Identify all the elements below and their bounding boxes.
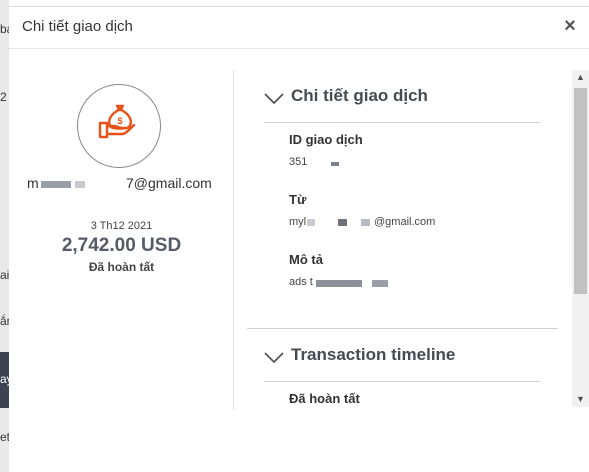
transaction-detail-dialog: Chi tiết giao dịch × $ m 7@gmail.com 3 T… xyxy=(9,6,589,469)
redacted-block xyxy=(307,219,315,226)
transaction-summary: $ m 7@gmail.com 3 Th12 2021 2,742.00 USD… xyxy=(9,70,234,410)
details-panel: Chi tiết giao dịch ID giao dịch 351 Từ m… xyxy=(247,70,558,410)
dialog-header: Chi tiết giao dịch × xyxy=(9,7,589,49)
details-section-title: Chi tiết giao dịch xyxy=(291,86,428,105)
field-label-transaction-id: ID giao dịch xyxy=(289,132,363,147)
from-prefix: myl xyxy=(289,216,307,228)
transaction-status: Đã hoàn tất xyxy=(88,260,155,274)
transaction-date: 3 Th12 2021 xyxy=(90,220,153,232)
background-text: 2 xyxy=(0,90,7,104)
transaction-avatar: $ xyxy=(77,84,161,168)
background-text: ba xyxy=(0,22,9,36)
timeline-section-title: Transaction timeline xyxy=(291,345,456,364)
transaction-id-text: 351 xyxy=(289,156,308,168)
background-text: ai xyxy=(0,268,9,282)
details-section-header[interactable]: Chi tiết giao dịch xyxy=(264,86,484,112)
chevron-down-icon xyxy=(264,352,284,364)
divider xyxy=(264,122,540,123)
background-text: et xyxy=(0,430,9,444)
field-value-description: ads t xyxy=(289,276,529,290)
redacted-block xyxy=(41,181,71,188)
field-label-description: Mô tả xyxy=(289,252,323,267)
redacted-block xyxy=(361,219,370,226)
close-button[interactable]: × xyxy=(560,15,580,37)
section-divider xyxy=(247,328,558,329)
scroll-down-arrow-icon[interactable]: ▼ xyxy=(572,392,589,407)
details-scrollbar[interactable]: ▲ ▼ xyxy=(572,70,589,407)
svg-text:$: $ xyxy=(117,116,122,126)
redacted-block xyxy=(75,181,85,188)
background-dark-panel: ay xyxy=(0,352,9,408)
background-text: ay xyxy=(0,372,9,386)
money-bag-hand-icon: $ xyxy=(98,104,136,139)
email-suffix: 7@gmail.com xyxy=(126,175,212,191)
background-text: ắn xyxy=(0,314,9,328)
from-suffix: @gmail.com xyxy=(374,216,436,228)
scroll-thumb[interactable] xyxy=(574,88,587,294)
payer-email: m 7@gmail.com xyxy=(27,175,217,193)
redacted-block xyxy=(316,280,362,287)
timeline-item-completed: Đã hoàn tất xyxy=(289,391,360,406)
chevron-down-icon xyxy=(264,93,284,105)
timeline-section-header[interactable]: Transaction timeline xyxy=(264,345,504,371)
field-value-from: myl @gmail.com xyxy=(289,216,529,230)
email-prefix: m xyxy=(27,175,39,191)
scroll-up-arrow-icon[interactable]: ▲ xyxy=(572,70,589,85)
dialog-title: Chi tiết giao dịch xyxy=(22,18,133,35)
redacted-block xyxy=(372,280,388,287)
field-value-transaction-id: 351 xyxy=(289,156,529,170)
background-page: ba 2 ai ắn ay et xyxy=(0,0,9,472)
divider xyxy=(264,381,540,382)
description-text: ads t xyxy=(289,276,313,288)
redacted-block xyxy=(338,219,347,226)
screen: ba 2 ai ắn ay et Chi tiết giao dịch × xyxy=(0,0,589,472)
field-label-from: Từ xyxy=(289,192,307,207)
transaction-amount: 2,742.00 USD xyxy=(61,235,182,256)
redacted-block xyxy=(331,162,339,166)
